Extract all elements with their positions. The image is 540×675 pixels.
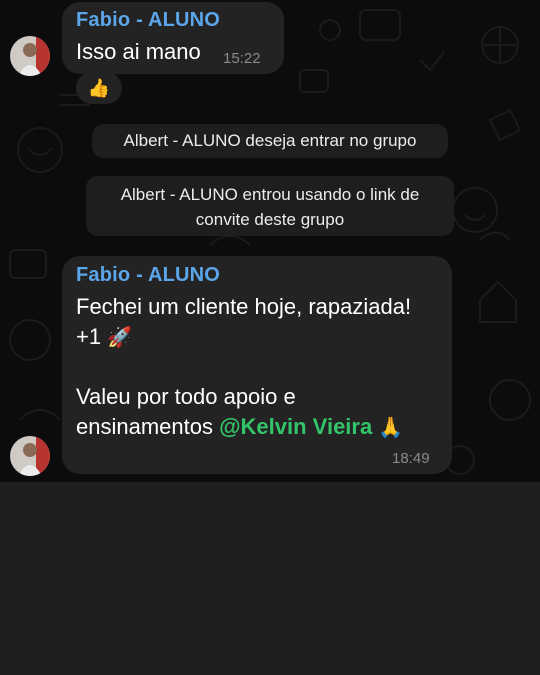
message-text: Valeu por todo apoio e bbox=[76, 384, 296, 409]
message-line: Valeu por todo apoio e bbox=[76, 384, 296, 410]
message-line: ensinamentos @Kelvin Vieira 🙏 bbox=[76, 414, 403, 440]
message-bubble[interactable]: Fabio - ALUNO Isso ai mano 15:22 bbox=[62, 2, 284, 74]
reaction-badge[interactable]: 👍 bbox=[76, 72, 122, 104]
thumbs-up-icon: 👍 bbox=[87, 77, 111, 98]
message-line: Fechei um cliente hoje, rapaziada! bbox=[76, 294, 411, 320]
mention-link[interactable]: @Kelvin Vieira bbox=[219, 414, 372, 439]
avatar-photo-icon bbox=[10, 436, 50, 476]
message-time: 18:49 bbox=[392, 450, 430, 467]
system-message: Albert - ALUNO deseja entrar no grupo bbox=[92, 124, 448, 158]
system-message-text: Albert - ALUNO deseja entrar no grupo bbox=[123, 131, 417, 150]
empty-bottom-area bbox=[0, 482, 540, 675]
message-text: Isso ai mano bbox=[76, 39, 201, 64]
system-message-line: Albert - ALUNO entrou usando o link de bbox=[120, 185, 420, 204]
system-message-line: convite deste grupo bbox=[195, 210, 345, 229]
message-text: +1 bbox=[76, 324, 102, 349]
message-text: ensinamentos bbox=[76, 414, 220, 439]
rocket-icon: 🚀 bbox=[107, 327, 133, 349]
system-message: Albert - ALUNO entrou usando o link de c… bbox=[86, 176, 454, 236]
folded-hands-icon: 🙏 bbox=[378, 417, 404, 439]
sender-name[interactable]: Fabio - ALUNO bbox=[76, 264, 220, 287]
sender-name[interactable]: Fabio - ALUNO bbox=[76, 9, 220, 32]
avatar[interactable] bbox=[10, 436, 50, 476]
message-time: 15:22 bbox=[223, 50, 261, 67]
avatar[interactable] bbox=[10, 36, 50, 76]
message-text: Fechei um cliente hoje, rapaziada! bbox=[76, 294, 412, 319]
message-bubble[interactable]: Fabio - ALUNO Fechei um cliente hoje, ra… bbox=[62, 256, 452, 474]
message-line: +1 🚀 bbox=[76, 324, 132, 350]
avatar-photo-icon bbox=[10, 36, 50, 76]
chat-area: Fabio - ALUNO Isso ai mano 15:22 👍 Alber… bbox=[0, 0, 540, 482]
